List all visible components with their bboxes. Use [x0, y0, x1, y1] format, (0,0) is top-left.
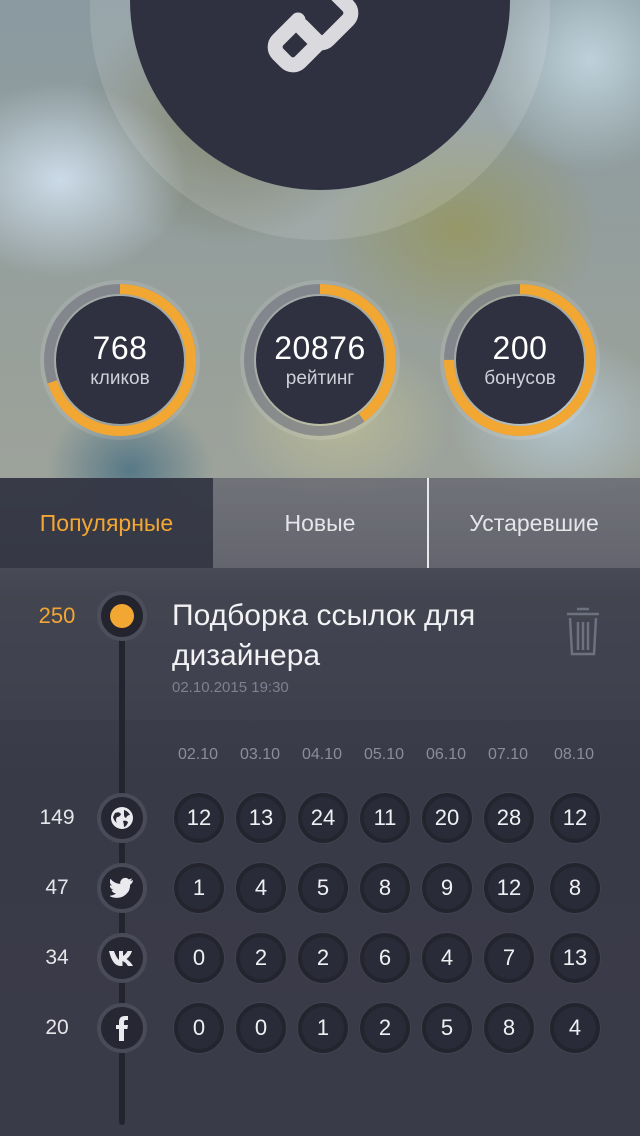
stat-cell: 2	[360, 1003, 410, 1053]
twitter-glyph	[110, 877, 133, 898]
stat-value: 200	[492, 330, 548, 366]
date-label: 07.10	[487, 746, 529, 763]
stat-cell: 4	[550, 1003, 600, 1053]
tab-outdated[interactable]: Устаревшие	[428, 478, 640, 568]
stat-cell: 12	[484, 863, 534, 913]
tab-popular[interactable]: Популярные	[0, 478, 213, 568]
date-label: 02.10	[177, 746, 219, 763]
stat-cell: 13	[550, 933, 600, 983]
tab-bar: Популярные Новые Устаревшие	[0, 478, 640, 568]
row-total: 34	[45, 946, 69, 969]
item-click-count: 250	[38, 603, 76, 628]
stat-cell: 0	[174, 933, 224, 983]
stat-value: 768	[92, 330, 148, 366]
stat-bonuses: 200 бонусов	[440, 280, 600, 440]
stat-cell: 11	[360, 793, 410, 843]
date-label: 03.10	[239, 746, 281, 763]
globe-icon	[97, 793, 147, 843]
stat-cell: 5	[298, 863, 348, 913]
link-icon	[267, 0, 359, 73]
stat-value: 20876	[274, 330, 366, 366]
globe-glyph	[111, 807, 133, 829]
row-total: 47	[45, 876, 69, 899]
stat-cell: 24	[298, 793, 348, 843]
timeline-node-active	[97, 591, 147, 641]
tab-divider	[427, 478, 429, 568]
stat-clicks: 768 кликов	[40, 280, 200, 440]
facebook-glyph	[116, 1016, 128, 1041]
date-label: 08.10	[553, 746, 595, 763]
tab-new[interactable]: Новые	[213, 478, 427, 568]
stat-cell: 8	[484, 1003, 534, 1053]
stat-cell: 5	[422, 1003, 472, 1053]
stat-cell: 0	[174, 1003, 224, 1053]
stat-cell: 12	[550, 793, 600, 843]
date-label: 06.10	[425, 746, 467, 763]
active-dot	[110, 604, 134, 628]
date-header: 02.10 03.10 04.10 05.10 06.10 07.10 08.1…	[0, 746, 640, 768]
row-total: 149	[39, 806, 75, 829]
stat-label: кликов	[90, 368, 150, 389]
stat-cell: 13	[236, 793, 286, 843]
stat-rating: 20876 рейтинг	[240, 280, 400, 440]
item-title[interactable]: Подборка ссылок для дизайнера	[172, 596, 532, 676]
stat-cell: 1	[174, 863, 224, 913]
stat-cell: 8	[360, 863, 410, 913]
stat-label: рейтинг	[285, 368, 355, 389]
stat-cell: 6	[360, 933, 410, 983]
item-date: 02.10.2015 19:30	[172, 679, 289, 696]
stat-cell: 1	[298, 1003, 348, 1053]
twitter-icon	[97, 863, 147, 913]
stat-cell: 2	[236, 933, 286, 983]
date-label: 04.10	[301, 746, 343, 763]
stat-label: бонусов	[484, 368, 556, 389]
stat-cell: 28	[484, 793, 534, 843]
stat-cell: 7	[484, 933, 534, 983]
stat-cell: 12	[174, 793, 224, 843]
facebook-icon	[97, 1003, 147, 1053]
vk-glyph	[109, 951, 133, 966]
vk-icon	[97, 933, 147, 983]
stat-cell: 20	[422, 793, 472, 843]
stat-cell: 4	[422, 933, 472, 983]
stat-cell: 0	[236, 1003, 286, 1053]
stat-cell: 8	[550, 863, 600, 913]
stat-cell: 9	[422, 863, 472, 913]
date-label: 05.10	[363, 746, 405, 763]
row-total: 20	[45, 1016, 69, 1039]
stat-cell: 2	[298, 933, 348, 983]
stat-cell: 4	[236, 863, 286, 913]
trash-icon[interactable]	[565, 604, 601, 658]
